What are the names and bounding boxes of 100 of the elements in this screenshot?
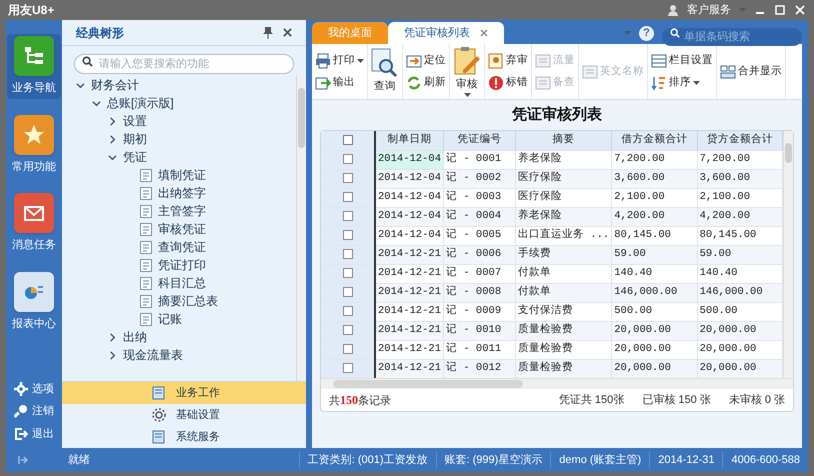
section-item[interactable]: 基础设置 (62, 404, 306, 426)
scrollbar[interactable] (321, 378, 793, 389)
exclamation-icon (488, 74, 504, 90)
nav-item[interactable]: 消息任务 (7, 191, 61, 256)
audited-count: 已审核 150 张 (642, 392, 711, 408)
checkbox[interactable] (342, 306, 352, 316)
sidebar-action-button[interactable]: 退出 (14, 426, 62, 442)
star-app-icon (14, 114, 54, 154)
close-icon[interactable] (283, 28, 292, 37)
checkbox[interactable] (342, 363, 352, 374)
document-icon (582, 64, 598, 80)
tree-app-icon (14, 36, 54, 76)
chevron-down-icon[interactable] (108, 152, 117, 162)
voucher-total: 凭证共 150张 (558, 392, 624, 408)
document-icon (140, 186, 152, 200)
checkbox[interactable] (342, 268, 352, 278)
checkbox[interactable] (342, 286, 352, 297)
tree-item[interactable]: 期初 (123, 130, 147, 148)
sidebar-action-button[interactable]: 选项 (14, 380, 62, 397)
checkbox[interactable] (342, 154, 352, 164)
toolbar-button[interactable]: 打印 (315, 52, 364, 68)
tree-item[interactable]: 审核凭证 (158, 220, 206, 238)
document-icon (140, 168, 152, 182)
caret-icon (624, 31, 631, 35)
pin-icon[interactable] (263, 26, 273, 38)
status-field: 工资类别: (001)工资发放 (298, 452, 436, 468)
sidebar-action-button[interactable]: 注销 (14, 403, 62, 420)
checkbox[interactable] (342, 134, 352, 145)
checkbox[interactable] (342, 248, 352, 259)
merge-icon (720, 64, 736, 80)
tree-item[interactable]: 设置 (123, 112, 147, 130)
table-cell: 2014-12-04 (375, 150, 444, 169)
refresh-icon (406, 74, 422, 90)
checkbox[interactable] (342, 172, 352, 183)
checkbox[interactable] (342, 210, 352, 221)
document-icon (140, 204, 152, 218)
tree-item[interactable]: 查询凭证 (158, 238, 206, 256)
toolbar-button[interactable]: 定位 (406, 52, 446, 68)
customer-service-menu[interactable]: 客户服务 (687, 2, 731, 18)
toolbar-button[interactable]: 排序 (651, 74, 713, 90)
locate-icon (406, 52, 422, 68)
nav-item[interactable]: 常用功能 (7, 112, 61, 177)
tree-item[interactable]: 填制凭证 (158, 166, 206, 184)
toolbar-button[interactable]: 输出 (315, 74, 364, 90)
document-icon (140, 276, 152, 290)
section-item[interactable]: 业务工作 (62, 382, 306, 404)
tree-item[interactable]: 科目汇总 (158, 274, 206, 292)
toolbar-button[interactable]: 审核 (453, 46, 481, 98)
export-icon (315, 74, 331, 90)
nav-item[interactable]: 报表中心 (7, 270, 61, 334)
search-icon (670, 28, 680, 38)
nav-item[interactable]: 业务导航 (7, 34, 61, 98)
document-icon (140, 312, 152, 326)
tree-item[interactable]: 现金流量表 (123, 346, 183, 364)
settings-icon (152, 408, 166, 422)
help-button[interactable]: ? (639, 26, 654, 40)
toolbar-button[interactable]: 标错 (488, 74, 528, 90)
tree-item[interactable]: 摘要汇总表 (158, 292, 218, 310)
scrollbar[interactable] (783, 131, 793, 378)
maximize-icon[interactable] (774, 4, 786, 16)
search-field[interactable]: 请输入您要搜索的功能 (74, 54, 294, 74)
exit-icon (18, 455, 28, 465)
scrollbar[interactable] (296, 76, 306, 381)
checkbox[interactable] (342, 192, 352, 202)
tree-item[interactable]: 凭证打印 (158, 256, 206, 274)
panel-title: 经典树形 (76, 24, 124, 42)
tree-item[interactable]: 财务会计 (91, 76, 139, 94)
document-icon (535, 52, 551, 68)
tree-item[interactable]: 出纳 (123, 328, 147, 346)
toolbar-button[interactable]: 刷新 (406, 74, 446, 90)
document-icon (140, 258, 152, 272)
columns-icon (651, 52, 667, 68)
document-icon (152, 430, 166, 444)
toolbar-button[interactable]: 查询 (371, 48, 399, 95)
report-app-icon (14, 272, 54, 312)
customer-service-icon (667, 4, 679, 16)
tree-item[interactable]: 主管签字 (158, 202, 206, 220)
printer-icon (315, 52, 331, 68)
toolbar-button[interactable]: 合并显示 (720, 64, 782, 80)
checkbox[interactable] (342, 324, 352, 335)
section-item[interactable]: 系统服务 (62, 426, 306, 448)
tab[interactable]: 凭证审核列表 (388, 22, 504, 44)
tree-item[interactable]: 出纳签字 (158, 184, 206, 202)
document-icon (140, 222, 152, 236)
barcode-search-field[interactable]: 单据条码搜索 (662, 28, 802, 46)
tree-item[interactable]: 记账 (158, 310, 182, 328)
exit-icon (14, 426, 28, 441)
checkbox[interactable] (342, 230, 352, 240)
tree-item[interactable]: 凭证 (123, 148, 147, 166)
toolbar-button[interactable]: 栏目设置 (651, 52, 713, 68)
unaudited-count: 未审核 0 张 (728, 392, 785, 408)
checkbox[interactable] (342, 344, 352, 354)
toolbar-button[interactable]: 弃审 (488, 52, 528, 68)
search-icon (82, 56, 93, 67)
status-field: 4006-600-588 (722, 452, 808, 468)
close-icon[interactable] (480, 29, 488, 37)
tree-item[interactable]: 总账[演示版] (107, 94, 174, 112)
magnifier-document-icon (371, 48, 399, 78)
document-icon (535, 74, 551, 90)
status-field: demo (账套主管) (550, 452, 650, 468)
